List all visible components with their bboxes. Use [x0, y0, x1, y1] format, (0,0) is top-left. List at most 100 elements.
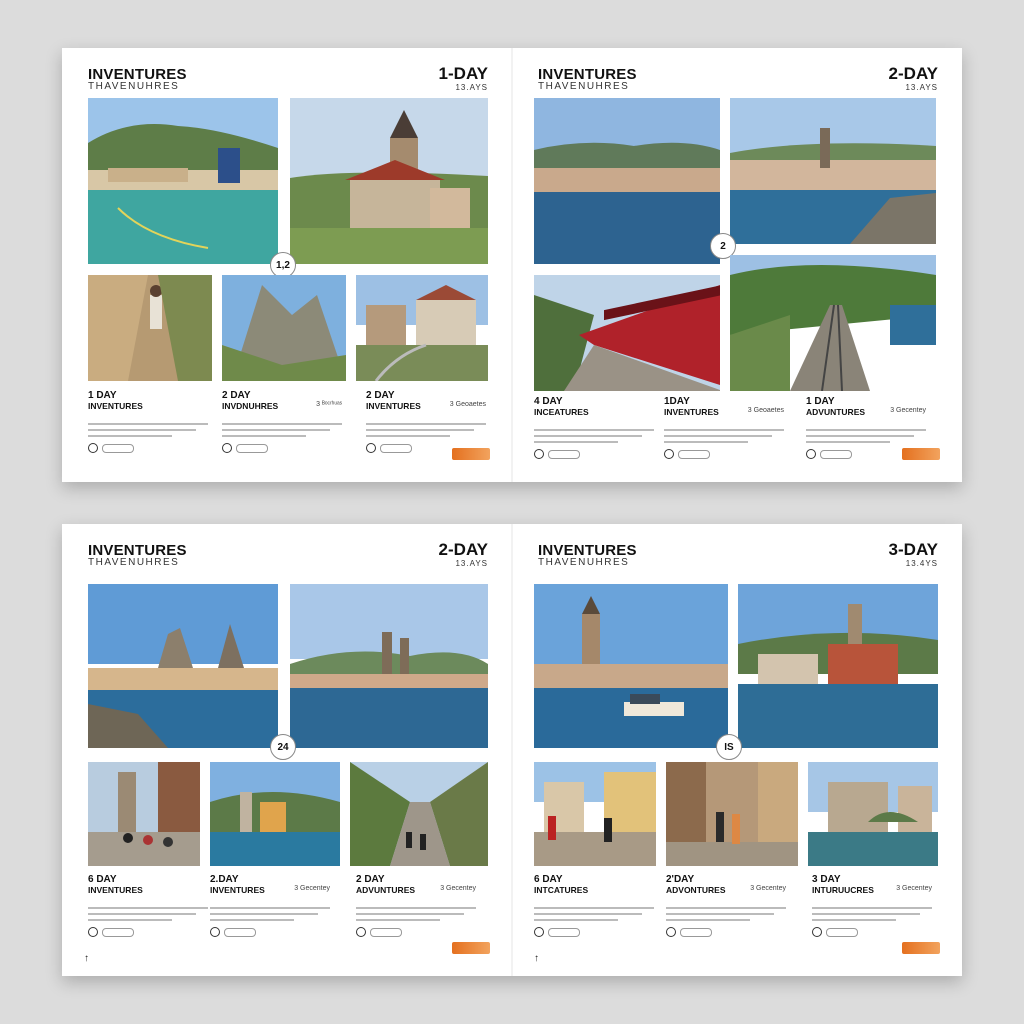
caption-controls [88, 443, 208, 453]
bullet-icon [664, 449, 674, 459]
publisher-logo [902, 448, 940, 460]
arrow-up-icon: ↑ [84, 953, 89, 964]
caption-title: 2 DAY [366, 390, 395, 401]
caption-body-text [88, 423, 208, 437]
caption-note: 3 Gecentey [294, 885, 330, 892]
bullet-icon [356, 927, 366, 937]
caption-note: 3 Gecentey [440, 885, 476, 892]
caption-body-text [356, 907, 476, 921]
caption-title: 6 DAY [534, 874, 563, 885]
bullet-icon [222, 443, 232, 453]
tag-pill [236, 443, 268, 453]
caption-title: 2.DAY [210, 874, 239, 885]
photo-cliff-hiker [88, 275, 212, 381]
publisher-logo [902, 942, 940, 954]
caption-title: 2 DAY [356, 874, 385, 885]
caption-title: 1 DAY [88, 390, 117, 401]
brand-subtitle: THAVENUHRES [88, 81, 180, 92]
caption-body-text [366, 423, 486, 437]
caption-subtitle: INVENTURES [88, 401, 143, 411]
page-badge: IS [716, 734, 742, 760]
caption-title: 1DAY [664, 396, 690, 407]
caption-body-text [222, 423, 342, 437]
caption-subtitle: INVENTURES [88, 885, 143, 895]
tag-pill [548, 449, 580, 459]
caption-note: 3 Gecentey [750, 885, 786, 892]
publisher-logo [452, 448, 490, 460]
bullet-icon [210, 927, 220, 937]
caption-controls [88, 927, 208, 937]
tag-pill [380, 443, 412, 453]
day-subtitle: 13.4YS [905, 559, 938, 568]
photo-clocktower-boat [534, 584, 728, 748]
caption-3: 2 DAY ADVUNTURES 3 Gecentey [356, 874, 476, 937]
page-badge: 24 [270, 734, 296, 760]
photo-old-street [666, 762, 798, 866]
arrow-up-icon: ↑ [534, 953, 539, 964]
photo-street-crowd [88, 762, 200, 866]
photo-harbor-building [210, 762, 340, 866]
caption-body-text [210, 907, 330, 921]
tag-pill [826, 927, 858, 937]
photo-bay-town [534, 98, 720, 264]
caption-note: 3 Gecentey [890, 407, 926, 414]
day-title: 2-DAY [888, 64, 938, 83]
magazine-spread-1: INVENTURES THAVENUHRES 1-DAY 13.AYS 1,2 … [62, 48, 962, 482]
caption-1: 6 DAY INVENTURES [88, 874, 208, 937]
photo-hilltop-town [356, 275, 488, 381]
page-right-2: INVENTURES THAVENUHRES 3-DAY 13.4YS IS 6… [512, 524, 962, 976]
bullet-icon [88, 927, 98, 937]
photo-rock-peaks [222, 275, 346, 381]
caption-2: 1DAY INVENTURES 3 Geoaetes [664, 396, 784, 459]
caption-controls [812, 927, 932, 937]
caption-body-text [806, 429, 926, 443]
page-left-2: INVENTURES THAVENUHRES 2-DAY 13.AYS 24 6… [62, 524, 512, 976]
photo-palace-river [808, 762, 938, 866]
photo-riverfront-town [738, 584, 938, 748]
day-subtitle: 13.AYS [905, 83, 938, 92]
bullet-icon [812, 927, 822, 937]
photo-town-square [534, 762, 656, 866]
photo-rock-coast [88, 584, 278, 748]
bullet-icon [534, 927, 544, 937]
tag-pill [102, 927, 134, 937]
caption-2: 2'DAY ADVONTURES 3 Gecentey [666, 874, 786, 937]
photo-canyon-path [350, 762, 488, 866]
caption-title: 4 DAY [534, 396, 563, 407]
caption-title: 6 DAY [88, 874, 117, 885]
caption-1: 4 DAY INCEATURES [534, 396, 654, 459]
brand-subtitle: THAVENUHRES [538, 557, 630, 568]
caption-controls [534, 927, 654, 937]
caption-3: 3 DAY INTURUUCRES 3 Gecentey [812, 874, 932, 937]
caption-2: 2.DAY INVENTURES 3 Gecentey [210, 874, 330, 937]
bullet-icon [534, 449, 544, 459]
bullet-icon [666, 927, 676, 937]
page-left-1: INVENTURES THAVENUHRES 1-DAY 13.AYS 1,2 … [62, 48, 512, 482]
caption-controls [222, 443, 342, 453]
bullet-icon [366, 443, 376, 453]
day-title: 1-DAY [438, 64, 488, 83]
day-title: 2-DAY [438, 540, 488, 559]
tag-pill [548, 927, 580, 937]
photo-red-train [534, 275, 720, 391]
brand-subtitle: THAVENUHRES [538, 81, 630, 92]
caption-controls [666, 927, 786, 937]
day-subtitle: 13.AYS [455, 83, 488, 92]
caption-3: 2 DAY INVENTURES 3 Geoaetes [366, 390, 486, 453]
caption-body-text [812, 907, 932, 921]
day-title: 3-DAY [888, 540, 938, 559]
caption-title: 1 DAY [806, 396, 835, 407]
caption-note: 3 ᴮᵒᶜʳʰᵘᵃˢ [316, 401, 342, 408]
caption-body-text [88, 907, 208, 921]
day-subtitle: 13.AYS [455, 559, 488, 568]
tag-pill [370, 927, 402, 937]
caption-title: 3 DAY [812, 874, 841, 885]
photo-coast-cathedral [730, 98, 936, 244]
page-right-1: INVENTURES THAVENUHRES 2-DAY 13.AYS 2 4 … [512, 48, 962, 482]
tag-pill [224, 927, 256, 937]
bullet-icon [88, 443, 98, 453]
caption-controls [534, 449, 654, 459]
photo-railway-tracks [730, 255, 936, 391]
magazine-spread-2: INVENTURES THAVENUHRES 2-DAY 13.AYS 24 6… [62, 524, 962, 976]
caption-body-text [666, 907, 786, 921]
